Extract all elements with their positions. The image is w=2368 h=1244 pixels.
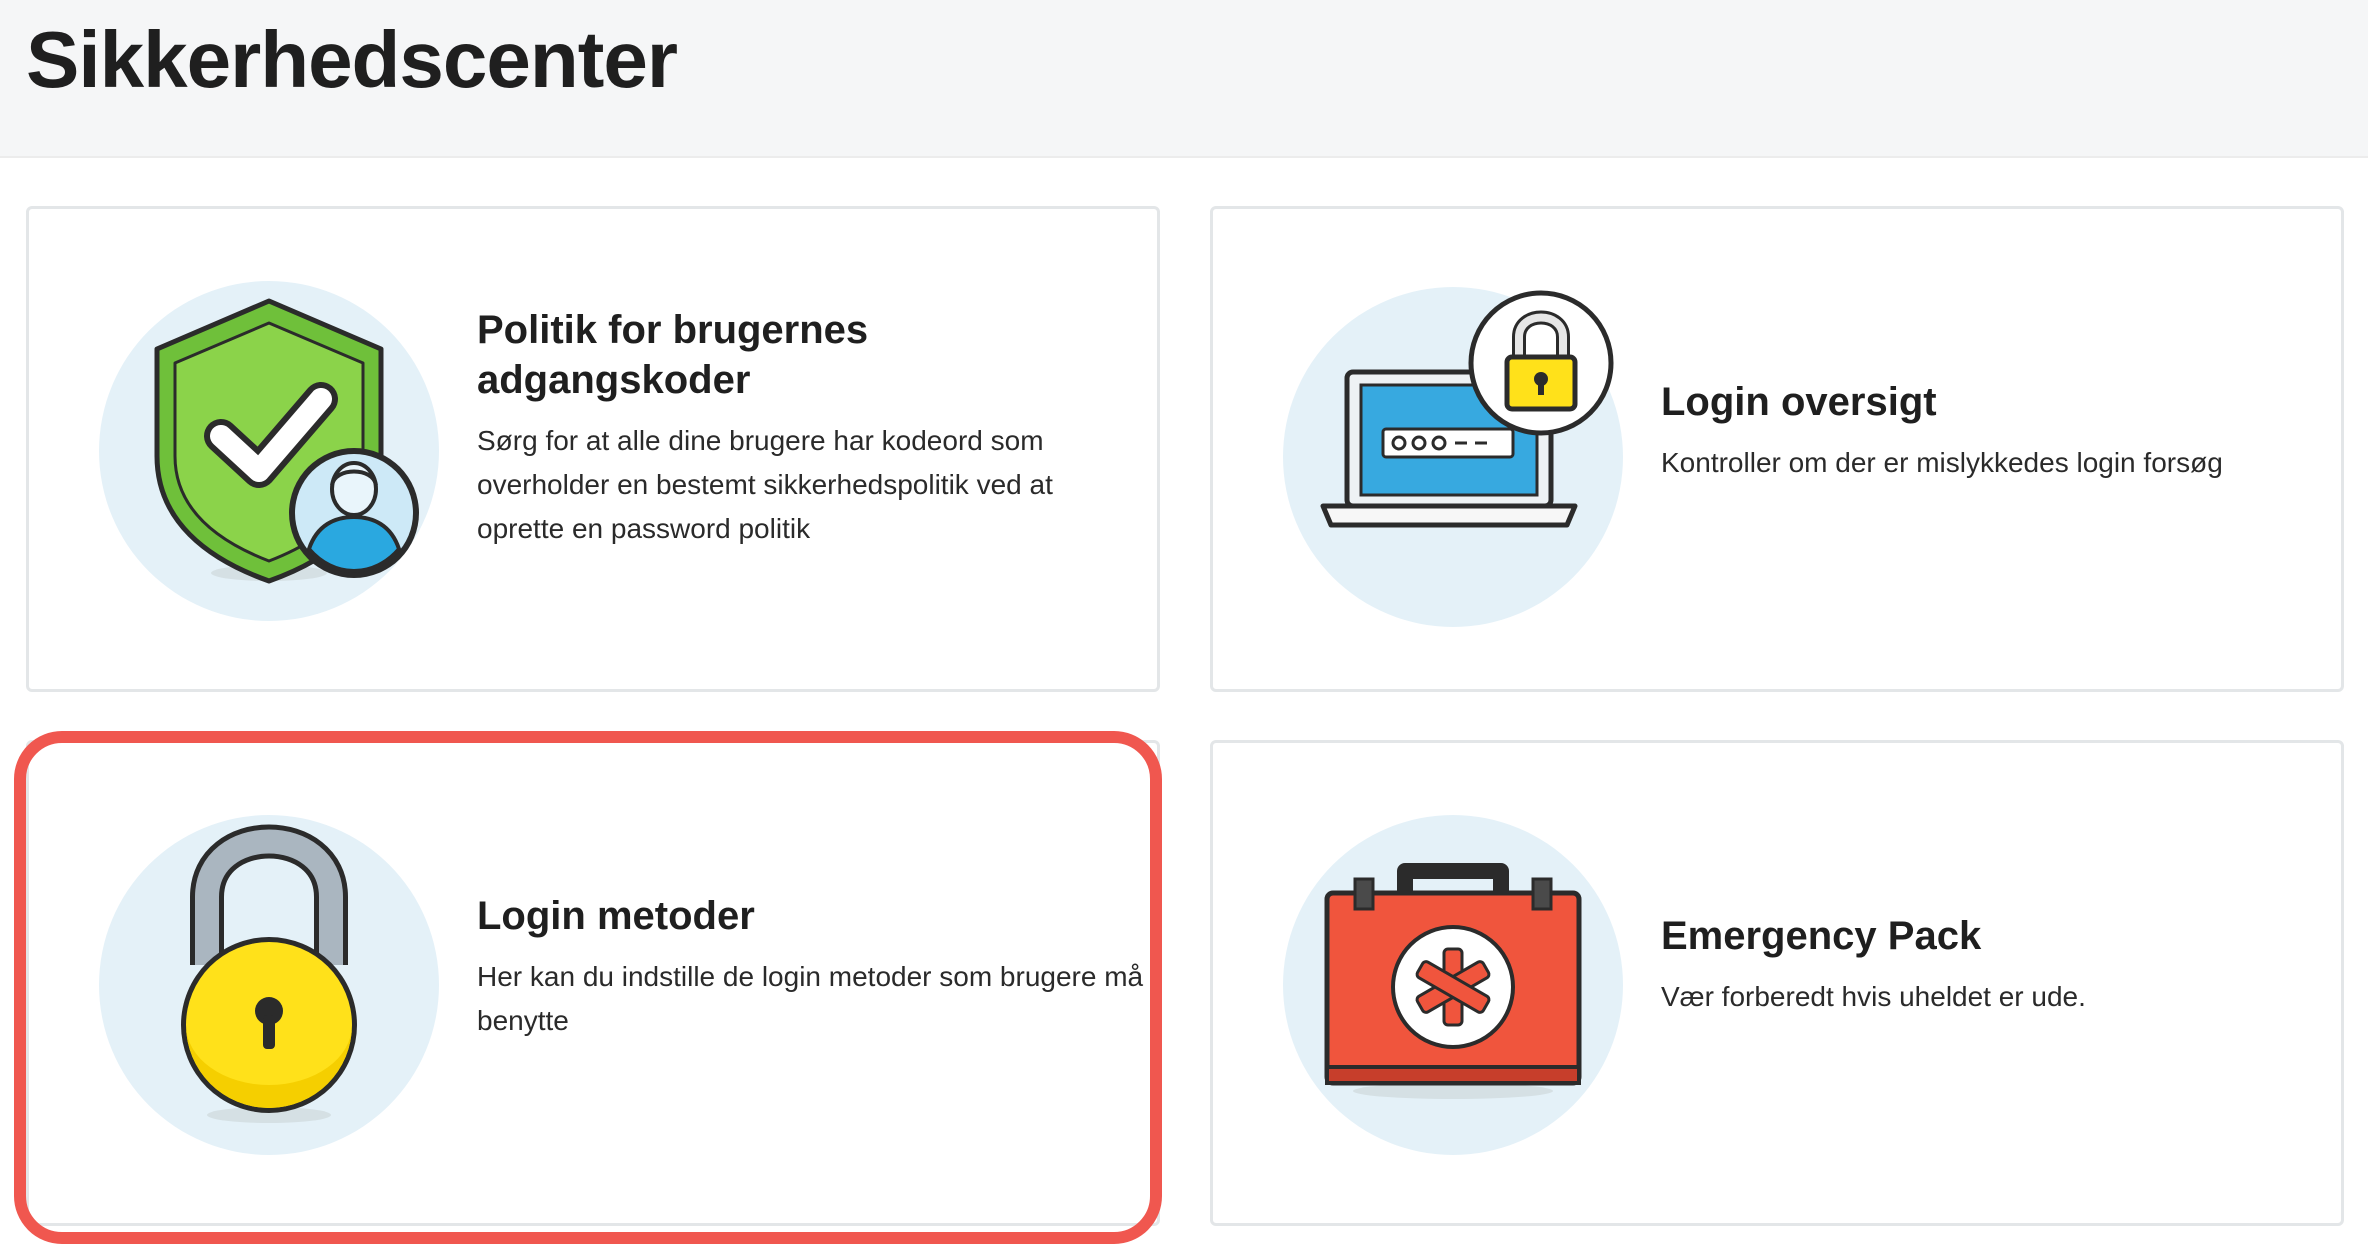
card-text: Login oversigt Kontroller om der er misl… [1661,377,2321,485]
card-text: Politik for brugernes adgangskoder Sørg … [477,305,1137,551]
first-aid-kit-icon [1283,815,1623,1155]
card-title: Login oversigt [1661,380,1937,424]
card-emergency-pack[interactable]: Emergency Pack Vær forberedt hvis uhelde… [1210,740,2344,1226]
card-title: Emergency Pack [1661,914,1982,958]
laptop-lock-icon [1283,287,1623,627]
card-title: Login metoder [477,894,755,938]
card-description: Sørg for at alle dine brugere har kodeor… [477,425,1053,544]
card-description: Kontroller om der er mislykkedes login f… [1661,447,2223,478]
card-title: Politik for brugernes adgangskoder [477,308,869,402]
card-login-methods[interactable]: Login metoder Her kan du indstille de lo… [26,740,1160,1226]
card-login-overview[interactable]: Login oversigt Kontroller om der er misl… [1210,206,2344,692]
card-text: Emergency Pack Vær forberedt hvis uhelde… [1661,911,2321,1019]
page-title: Sikkerhedscenter [26,15,678,104]
card-description: Vær forberedt hvis uheldet er ude. [1661,981,2086,1012]
card-text: Login metoder Her kan du indstille de lo… [477,891,1157,1043]
card-password-policy[interactable]: Politik for brugernes adgangskoder Sørg … [26,206,1160,692]
padlock-icon [99,815,439,1155]
shield-user-icon [99,281,439,621]
page-header: Sikkerhedscenter [0,0,2368,158]
card-description: Her kan du indstille de login metoder so… [477,961,1144,1036]
